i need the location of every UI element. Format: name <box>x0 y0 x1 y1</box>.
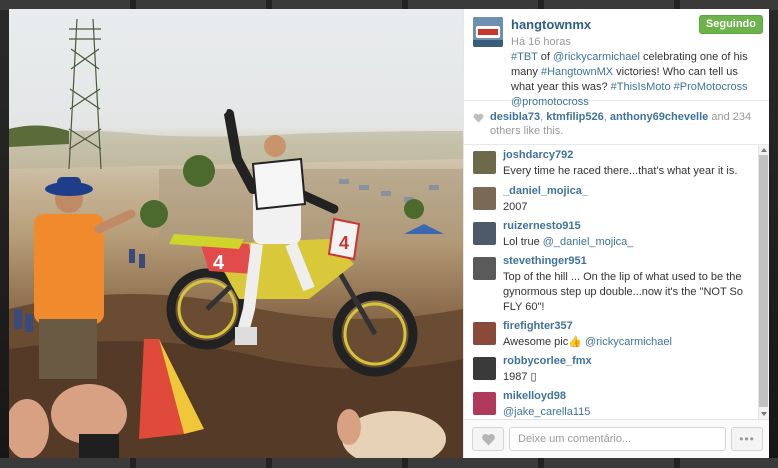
liker-username[interactable]: anthony69chevelle <box>610 111 708 123</box>
commenter-username[interactable]: mikelloyd98 <box>503 390 566 402</box>
following-button[interactable]: Seguindo <box>698 15 763 34</box>
liker-username[interactable]: ktmfilip526 <box>546 111 603 123</box>
comment-item: _daniel_mojica_ 2007 <box>473 185 755 219</box>
commenter-avatar[interactable] <box>473 257 496 280</box>
comment-text: Top of the hill ... On the lip of what u… <box>503 270 755 315</box>
svg-text:4: 4 <box>213 252 225 274</box>
comment-item: joshdarcy792 Every time he raced there...… <box>473 149 755 183</box>
comments-list[interactable]: joshdarcy792 Every time he raced there...… <box>464 145 769 419</box>
likes-section: desibla73, ktmfilip526, anthony69chevell… <box>464 101 769 145</box>
commenter-username[interactable]: ruizernesto915 <box>503 220 581 232</box>
comment-item: mikelloyd98 @jake_carella115 <box>473 390 755 419</box>
commenter-username[interactable]: robbycorlee_fmx <box>503 355 592 367</box>
commenter-avatar[interactable] <box>473 222 496 245</box>
commenter-username[interactable]: stevethinger951 <box>503 255 587 267</box>
post-modal: 4 4 hangtownmx Seguindo Há 16 horas #TBT… <box>9 9 769 458</box>
comment-text-part: ▯ <box>530 371 537 383</box>
scroll-up-icon[interactable] <box>761 148 767 152</box>
comment-text-part: Top of the hill ... On the lip of what u… <box>503 271 743 313</box>
comment-mention-link[interactable]: @jake_carella115 <box>503 406 590 418</box>
comment-text-part: Awesome pic👍 <box>503 336 585 348</box>
heart-icon <box>482 433 495 446</box>
comment-text: 2007 <box>503 200 755 215</box>
comment-text: 1987 ▯ <box>503 370 755 385</box>
caption-tag-link[interactable]: #TBT <box>511 51 538 63</box>
comment-text-part: 1987 <box>503 371 531 383</box>
author-avatar[interactable] <box>473 17 503 47</box>
post-side-panel: hangtownmx Seguindo Há 16 horas #TBT of … <box>463 9 769 458</box>
scrollbar-thumb[interactable] <box>759 155 768 407</box>
commenter-avatar[interactable] <box>473 187 496 210</box>
liker-username[interactable]: desibla73 <box>490 111 540 123</box>
comment-text: @jake_carella115 <box>503 405 755 419</box>
commenter-username[interactable]: _daniel_mojica_ <box>503 185 588 197</box>
caption-text: of <box>537 51 553 63</box>
caption-tag-link[interactable]: #ProMotocross <box>674 81 748 93</box>
comment-item: firefighter357 Awesome pic👍 @rickycarmich… <box>473 320 755 354</box>
comment-input[interactable] <box>509 427 726 451</box>
comment-mention-link[interactable]: @rickycarmichael <box>585 336 672 348</box>
post-photo[interactable]: 4 4 <box>9 9 463 458</box>
author-avatar-image <box>473 17 503 47</box>
post-timestamp[interactable]: Há 16 horas <box>511 36 571 48</box>
commenter-avatar[interactable] <box>473 322 496 345</box>
likes-text: desibla73, ktmfilip526, anthony69chevell… <box>490 110 761 138</box>
commenter-avatar[interactable] <box>473 151 496 174</box>
caption-tag-link[interactable]: @rickycarmichael <box>553 51 640 63</box>
comment-text-part: Every time he raced there...that's what … <box>503 165 738 177</box>
comment-text-part: 2007 <box>503 201 528 213</box>
post-header: hangtownmx Seguindo Há 16 horas #TBT of … <box>464 9 769 108</box>
author-username[interactable]: hangtownmx <box>511 17 591 32</box>
caption-tag-link[interactable]: #HangtownMX <box>541 66 613 78</box>
backdrop-thumbnails-bottom <box>0 458 778 468</box>
comment-text: Every time he raced there...that's what … <box>503 164 755 179</box>
commenter-username[interactable]: firefighter357 <box>503 320 573 332</box>
comments-scrollbar[interactable] <box>758 145 769 419</box>
comment-item: robbycorlee_fmx 1987 ▯ <box>473 355 755 389</box>
heart-icon <box>473 113 484 123</box>
commenter-avatar[interactable] <box>473 357 496 380</box>
post-footer: ••• <box>464 419 769 458</box>
comment-mention-link[interactable]: @_daniel_mojica_ <box>543 236 634 248</box>
comment-item: ruizernesto915 Lol true @_daniel_mojica_ <box>473 220 755 254</box>
more-options-icon[interactable]: ••• <box>731 427 763 451</box>
commenter-username[interactable]: joshdarcy792 <box>503 149 573 161</box>
like-button[interactable] <box>472 427 504 451</box>
comment-text: Lol true @_daniel_mojica_ <box>503 235 755 250</box>
comment-text-part: Lol true <box>503 236 543 248</box>
comment-text: Awesome pic👍 @rickycarmichael <box>503 335 755 350</box>
caption-tag-link[interactable]: #ThisIsMoto <box>611 81 671 93</box>
commenter-avatar[interactable] <box>473 392 496 415</box>
photo-illustration: 4 4 <box>9 18 463 458</box>
comment-item: stevethinger951 Top of the hill ... On th… <box>473 255 755 319</box>
scroll-down-icon[interactable] <box>761 412 767 416</box>
svg-text:4: 4 <box>339 233 349 253</box>
